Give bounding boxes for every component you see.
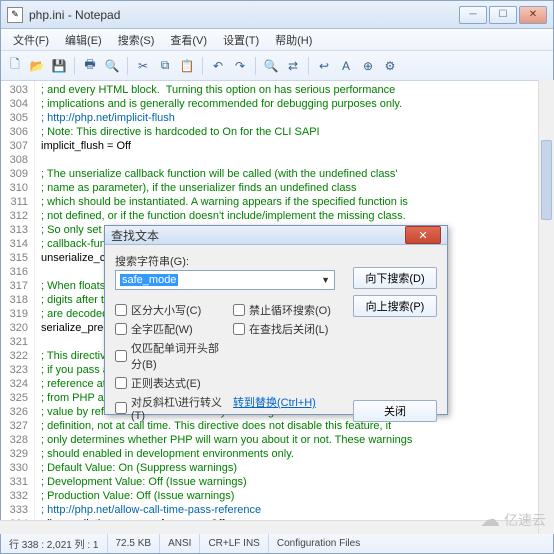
opt-wordstart[interactable]: 仅匹配单词开头部分(B) [115,340,229,372]
zoom-icon[interactable]: ⊕ [358,56,378,76]
opt-curronly[interactable]: 在查找后关闭(L) [233,321,347,337]
wordwrap-icon[interactable]: ↩ [314,56,334,76]
find-dialog: 查找文本 ✕ 搜索字符串(G): safe_mode ▼ 区分大小写(C) 禁止… [104,225,448,415]
dialog-close-button[interactable]: ✕ [405,226,441,244]
opt-noloop[interactable]: 禁止循环搜索(O) [233,302,347,318]
search-label: 搜索字符串(G): [115,253,189,269]
search-value: safe_mode [120,274,178,286]
copy-icon[interactable]: ⧉ [155,56,175,76]
settings-icon[interactable]: ⚙ [380,56,400,76]
find-next-button[interactable]: 向下搜索(D) [353,267,437,289]
menu-file[interactable]: 文件(F) [7,30,55,50]
save-icon[interactable]: 💾 [49,56,69,76]
menu-search[interactable]: 搜索(S) [112,30,161,50]
dialog-titlebar: 查找文本 ✕ [105,226,447,245]
paste-icon[interactable]: 📋 [177,56,197,76]
menubar: 文件(F) 编辑(E) 搜索(S) 查看(V) 设置(T) 帮助(H) [1,29,553,51]
status-eol: CR+LF INS [200,534,268,553]
status-extra: Configuration Files [269,534,553,553]
chevron-down-icon[interactable]: ▼ [321,275,330,285]
menu-edit[interactable]: 编辑(E) [59,30,108,50]
goto-replace-link[interactable]: 转到替换(Ctrl+H) [233,394,347,422]
app-icon: ✎ [7,7,23,23]
opt-whole[interactable]: 全字匹配(W) [115,321,229,337]
open-icon[interactable]: 📂 [27,56,47,76]
search-input[interactable]: safe_mode ▼ [115,270,335,290]
status-pos: 行 338 : 2,021 列 : 1 [1,534,108,553]
menu-view[interactable]: 查看(V) [164,30,213,50]
minimize-button[interactable]: ─ [459,6,487,24]
cut-icon[interactable]: ✂ [133,56,153,76]
status-size: 72.5 KB [108,534,161,553]
vertical-scrollbar[interactable] [538,80,554,534]
toolbar: 🗋 📂 💾 🖶 🔍 ✂ ⧉ 📋 ↶ ↷ 🔍 ⇄ ↩ A ⊕ ⚙ [1,51,553,81]
close-button[interactable]: ✕ [519,6,547,24]
find-prev-button[interactable]: 向上搜索(P) [353,295,437,317]
opt-escape[interactable]: 对反斜杠\进行转义(T) [115,394,229,422]
status-enc: ANSI [160,534,200,553]
dialog-title: 查找文本 [111,227,405,244]
opt-case[interactable]: 区分大小写(C) [115,302,229,318]
opt-regex[interactable]: 正则表达式(E) [115,375,229,391]
menu-settings[interactable]: 设置(T) [217,30,265,50]
scroll-thumb[interactable] [541,140,552,220]
horizontal-scrollbar[interactable] [0,520,538,534]
redo-icon[interactable]: ↷ [230,56,250,76]
dialog-close-btn[interactable]: 关闭 [353,400,437,422]
undo-icon[interactable]: ↶ [208,56,228,76]
window-title: php.ini - Notepad [29,8,459,22]
preview-icon[interactable]: 🔍 [102,56,122,76]
menu-help[interactable]: 帮助(H) [269,30,318,50]
new-icon[interactable]: 🗋 [5,56,25,76]
statusbar: 行 338 : 2,021 列 : 1 72.5 KB ANSI CR+LF I… [1,533,553,553]
titlebar: ✎ php.ini - Notepad ─ ☐ ✕ [1,1,553,29]
replace-icon[interactable]: ⇄ [283,56,303,76]
find-icon[interactable]: 🔍 [261,56,281,76]
maximize-button[interactable]: ☐ [489,6,517,24]
print-icon[interactable]: 🖶 [80,56,100,76]
line-gutter: 3033043053063073083093103113123133143153… [1,81,35,533]
font-icon[interactable]: A [336,56,356,76]
